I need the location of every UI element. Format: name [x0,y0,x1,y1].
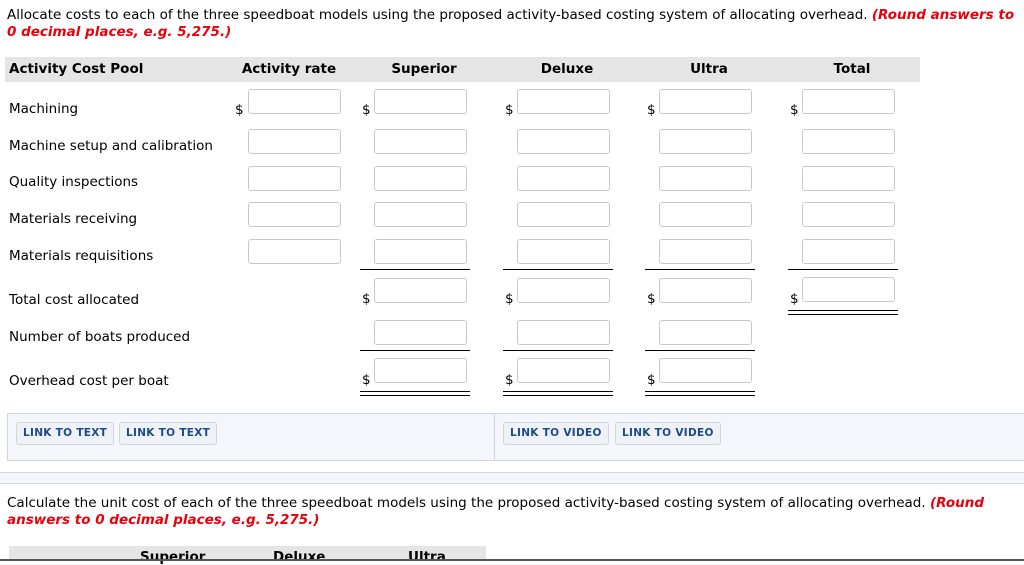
section-separator [0,472,1024,484]
deluxe-boats-input[interactable] [517,320,610,345]
dollar-sign: $ [647,372,656,388]
part2-instructions: Calculate the unit cost of each of the t… [7,495,1019,529]
dollar-sign: $ [790,291,799,307]
ultra-boats-input[interactable] [659,320,752,345]
superior-inspections-input[interactable] [374,166,467,191]
header-ultra: Ultra [408,549,446,565]
row-label-quality-inspections: Quality inspections [9,174,139,190]
receiving-rate-input[interactable] [248,202,341,227]
ultra-receiving-input[interactable] [659,202,752,227]
deluxe-machining-input[interactable] [517,89,610,114]
dollar-sign: $ [362,102,371,118]
superior-machining-input[interactable] [374,89,467,114]
total-double-rule [788,310,898,315]
header-total: Total [833,61,871,77]
ultra-setup-input[interactable] [659,129,752,154]
inspections-rate-input[interactable] [248,166,341,191]
setup-rate-input[interactable] [248,129,341,154]
part1-instruction-text: Allocate costs to each of the three spee… [7,7,868,23]
ultra-inspections-input[interactable] [659,166,752,191]
allocation-table-header: Activity Cost Pool Activity rate Superio… [5,57,920,82]
text-links-panel: LINK TO TEXT LINK TO TEXT [7,413,496,461]
link-to-text-button-2[interactable]: LINK TO TEXT [119,422,218,445]
dollar-sign: $ [647,291,656,307]
total-inspections-input[interactable] [802,166,895,191]
header-activity-rate: Activity rate [241,61,337,77]
link-to-video-button-1[interactable]: LINK TO VIDEO [503,422,609,445]
superior-receiving-input[interactable] [374,202,467,227]
dollar-sign: $ [235,102,244,118]
superior-boats-input[interactable] [374,320,467,345]
deluxe-inspections-input[interactable] [517,166,610,191]
row-label-machining: Machining [9,101,79,117]
dollar-sign: $ [362,372,371,388]
deluxe-setup-input[interactable] [517,129,610,154]
link-to-video-button-2[interactable]: LINK TO VIDEO [615,422,721,445]
total-requisitions-input[interactable] [802,239,895,264]
row-label-machine-setup: Machine setup and calibration [9,138,213,154]
dollar-sign: $ [362,291,371,307]
requisitions-rate-input[interactable] [248,239,341,264]
header-ultra: Ultra [690,61,728,77]
header-deluxe: Deluxe [540,61,594,77]
ultra-requisitions-input[interactable] [659,239,752,264]
superior-total-cost-input[interactable] [374,278,467,303]
dollar-sign: $ [647,102,656,118]
video-links-panel: LINK TO VIDEO LINK TO VIDEO [494,413,1024,461]
header-superior: Superior [140,549,206,565]
deluxe-receiving-input[interactable] [517,202,610,227]
deluxe-total-cost-input[interactable] [517,278,610,303]
dollar-sign: $ [505,372,514,388]
subtotal-rule [503,350,613,351]
ultra-machining-input[interactable] [659,89,752,114]
total-double-rule [503,391,613,396]
subtotal-rule [360,350,470,351]
machining-rate-input[interactable] [248,89,341,114]
row-label-total-cost-allocated: Total cost allocated [9,292,140,308]
row-label-materials-requisitions: Materials requisitions [9,248,154,264]
link-to-text-button-1[interactable]: LINK TO TEXT [16,422,115,445]
part2-instruction-text: Calculate the unit cost of each of the t… [7,495,926,511]
superior-overhead-per-boat-input[interactable] [374,358,467,383]
superior-setup-input[interactable] [374,129,467,154]
row-label-boats-produced: Number of boats produced [9,329,191,345]
dollar-sign: $ [505,291,514,307]
dollar-sign: $ [505,102,514,118]
ultra-total-cost-input[interactable] [659,278,752,303]
row-label-overhead-per-boat: Overhead cost per boat [9,373,169,389]
header-superior: Superior [391,61,457,77]
subtotal-rule [503,269,613,270]
total-double-rule [360,391,470,396]
deluxe-overhead-per-boat-input[interactable] [517,358,610,383]
ultra-overhead-per-boat-input[interactable] [659,358,752,383]
total-receiving-input[interactable] [802,202,895,227]
subtotal-rule [360,269,470,270]
subtotal-rule [788,269,898,270]
header-activity-cost-pool: Activity Cost Pool [9,61,144,77]
header-deluxe: Deluxe [273,549,326,565]
total-double-rule [645,391,755,396]
superior-requisitions-input[interactable] [374,239,467,264]
subtotal-rule [645,269,755,270]
part1-instructions: Allocate costs to each of the three spee… [7,7,1019,41]
deluxe-requisitions-input[interactable] [517,239,610,264]
dollar-sign: $ [790,102,799,118]
total-setup-input[interactable] [802,129,895,154]
grand-total-cost-input[interactable] [802,277,895,302]
total-machining-input[interactable] [802,89,895,114]
row-label-materials-receiving: Materials receiving [9,211,138,227]
subtotal-rule [645,350,755,351]
